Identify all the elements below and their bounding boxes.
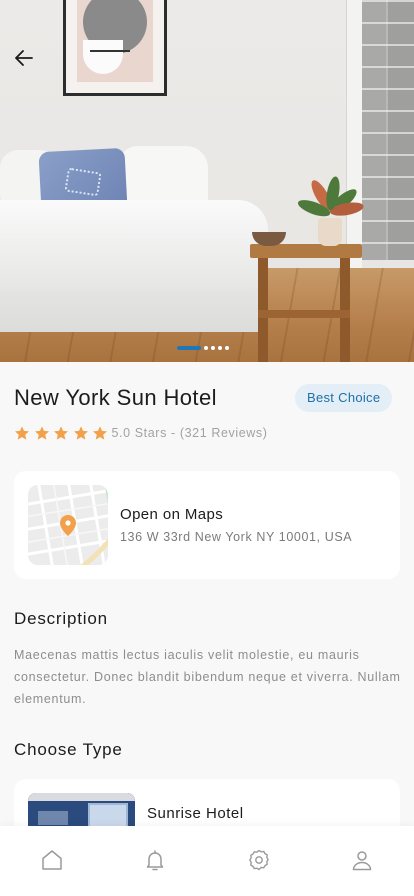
nav-settings[interactable] <box>239 848 279 878</box>
carousel-dot[interactable] <box>225 346 229 350</box>
nav-home[interactable] <box>32 848 72 878</box>
side-table <box>250 244 362 258</box>
carousel-dot-active[interactable] <box>177 346 201 350</box>
home-icon <box>42 850 62 870</box>
rating-text: 5.0 Stars - (321 Reviews) <box>111 426 268 440</box>
choose-type-heading: Choose Type <box>14 740 123 759</box>
open-on-maps-label[interactable]: Open on Maps <box>120 506 223 523</box>
user-icon <box>353 851 372 871</box>
carousel-dot[interactable] <box>211 346 215 350</box>
wall-art-frame <box>63 0 167 96</box>
star-icon <box>54 426 68 440</box>
open-maps-card[interactable]: Open on Maps 136 W 33rd New York NY 1000… <box>14 471 400 579</box>
plant-pot <box>318 218 342 246</box>
star-icon <box>15 426 29 440</box>
carousel-dot[interactable] <box>204 346 208 350</box>
rating-row: 5.0 Stars - (321 Reviews) <box>14 425 268 441</box>
room-type-name: Sunrise Hotel <box>147 805 244 822</box>
bed-duvet <box>0 200 268 290</box>
star-icon <box>73 426 88 440</box>
map-image <box>28 485 108 565</box>
hotel-address: 136 W 33rd New York NY 10001, USA <box>120 530 353 544</box>
description-text: Maecenas mattis lectus iaculis velit mol… <box>14 648 401 706</box>
back-button[interactable] <box>10 44 38 72</box>
best-choice-badge[interactable]: Best Choice <box>295 384 393 412</box>
hero-image <box>0 0 414 362</box>
description-heading: Description <box>14 609 108 628</box>
carousel-indicator <box>177 346 229 350</box>
arrow-left-icon <box>15 50 33 66</box>
gear-icon <box>248 849 269 871</box>
bell-icon <box>147 850 164 871</box>
nav-notifications[interactable] <box>135 848 175 878</box>
hotel-name: New York Sun Hotel <box>14 385 217 410</box>
star-icon <box>93 426 107 440</box>
nav-profile[interactable] <box>342 848 382 878</box>
hero-brick-wall <box>362 0 414 260</box>
carousel-dot[interactable] <box>218 346 222 350</box>
bottom-navigation <box>0 826 414 896</box>
map-thumbnail <box>28 485 108 565</box>
star-icon <box>34 426 49 440</box>
side-table-bar <box>258 310 350 318</box>
